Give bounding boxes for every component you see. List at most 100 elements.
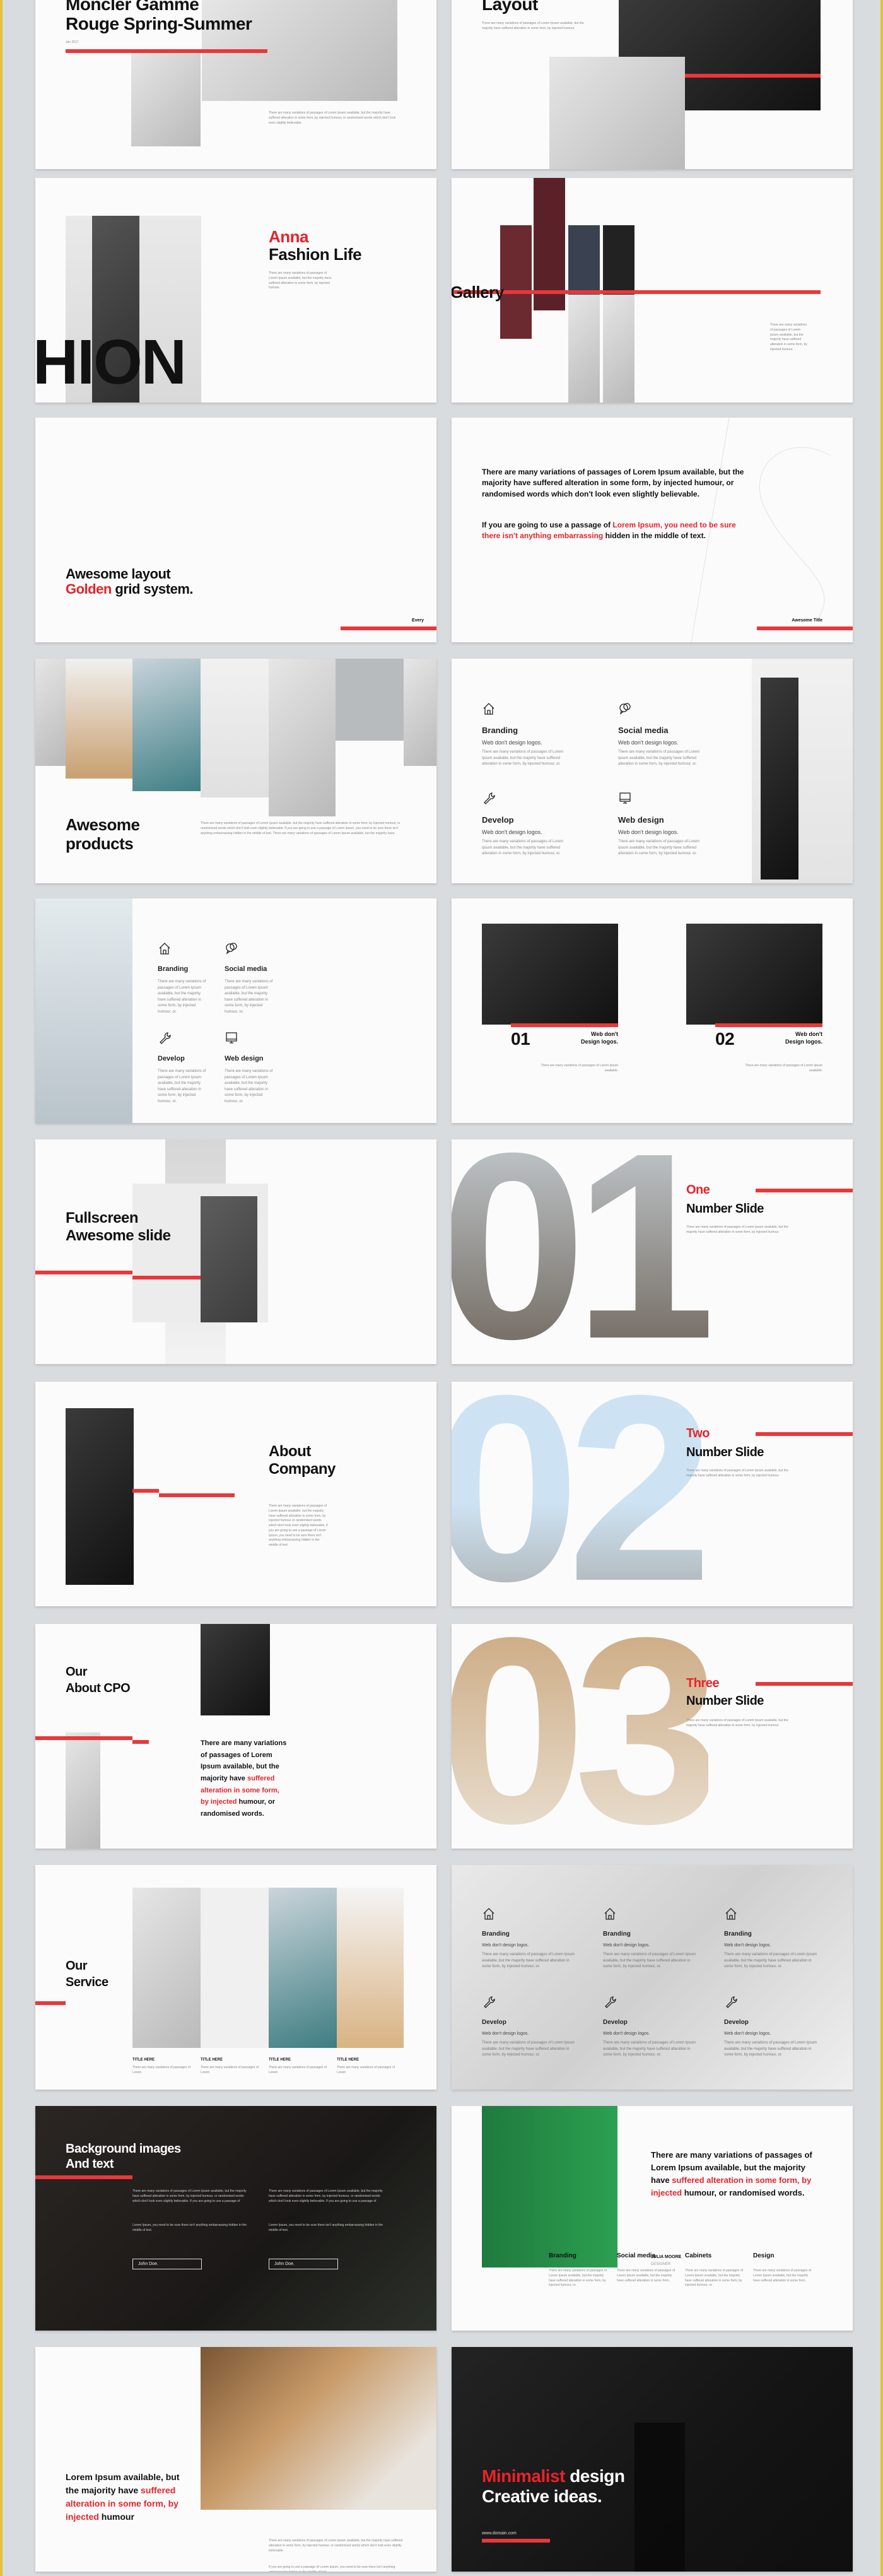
- our-service-item-body: There are many variations of passages of…: [269, 2066, 327, 2074]
- products-title-2: products: [66, 834, 134, 853]
- big-number-02: 02: [452, 1382, 715, 1606]
- wrench-icon: [482, 791, 496, 805]
- number-two-red: Two: [686, 1426, 710, 1440]
- accent-bar-short: [132, 1489, 159, 1493]
- big-number-03: 03: [452, 1624, 721, 1849]
- accent-bar: [35, 1736, 132, 1740]
- golden-line2: Golden grid system.: [66, 581, 194, 597]
- testimonial-item-body: There are many variations of passages of…: [685, 2269, 743, 2288]
- number-one-body: There are many variations of passages of…: [686, 1225, 788, 1234]
- testimonial-item-body: There are many variations of passages of…: [753, 2269, 811, 2283]
- service-title: Social media: [225, 965, 267, 973]
- team-photo: [686, 924, 822, 1025]
- slide-services-photo: Branding Web don't design logos. There are…: [452, 659, 853, 883]
- bg-para2: Lorem Ipsum, you need to be sure there i…: [132, 2223, 247, 2232]
- product-photo-5: [269, 659, 336, 816]
- accent-bar: [35, 1271, 132, 1274]
- number-two-body: There are many variations of passages of…: [686, 1469, 788, 1478]
- anna-body: There are many variations of passages of…: [269, 271, 332, 290]
- service-title: Develop: [724, 2019, 749, 2026]
- accent-bar: [482, 2539, 550, 2543]
- woman-window-photo: [549, 57, 685, 169]
- accent-bar: [756, 1682, 853, 1686]
- service-subtitle: Web don't design logos.: [724, 1943, 771, 1948]
- slide-background-images: Background images And text There are man…: [35, 2106, 436, 2331]
- moncler-body: There are many variations of passages of…: [269, 111, 396, 125]
- anna-subtitle: Fashion Life: [269, 245, 362, 264]
- stairs-photo: [66, 1732, 100, 1849]
- man-green-wall-photo: [482, 2106, 617, 2267]
- coat-back-photo: [131, 52, 201, 146]
- testimonial-item-title: Cabinets: [685, 2252, 712, 2259]
- testimonial-item-title: Branding: [549, 2252, 576, 2259]
- about-line2: Company: [269, 1461, 336, 1478]
- service-photo-stairs: [201, 1888, 269, 2048]
- our-service-item-body: There are many variations of passages of…: [132, 2066, 190, 2074]
- service-title: Develop: [603, 2019, 628, 2026]
- slide-anna: Anna Fashion Life There are many variati…: [35, 178, 436, 403]
- service-body: There are many variations of passages of…: [482, 840, 564, 856]
- our-service-item-body: There are many variations of passages of…: [201, 2066, 259, 2074]
- team-number: 02: [715, 1029, 735, 1049]
- cpo-line2: About CPO: [66, 1681, 131, 1695]
- slide-number-two: 02 Two Number Slide There are many varia…: [452, 1382, 853, 1606]
- wrench-icon: [482, 1995, 496, 2009]
- service-subtitle: Web don't design logos.: [482, 1943, 529, 1948]
- testimonial-item-body: There are many variations of passages of…: [549, 2269, 607, 2288]
- gallery-body: There are many variations of passages of…: [770, 323, 807, 351]
- wrench-icon: [603, 1995, 617, 2009]
- team-body: There are many variations of passages of…: [541, 1064, 618, 1073]
- team-line1: Web don't: [795, 1031, 822, 1037]
- moncler-title-2: Rouge Spring-Summer: [66, 14, 252, 33]
- our-service-item-body: There are many variations of passages of…: [337, 2066, 395, 2074]
- service-body: There are many variations of passages of…: [724, 1953, 817, 1969]
- john-doe-button[interactable]: John Doe.: [132, 2259, 202, 2269]
- about-line1: About: [269, 1443, 311, 1460]
- service-subtitle: Web don't design logos.: [482, 739, 542, 746]
- bg-para2: Lorem Ipsum, you need to be sure there i…: [269, 2223, 383, 2232]
- accent-bar: [35, 2175, 132, 2179]
- testimonial-item-title: Social media: [617, 2252, 656, 2259]
- john-doe-button[interactable]: John Doe.: [269, 2259, 338, 2269]
- bg-line1: Background images: [66, 2142, 181, 2156]
- team-line1: Web don't: [591, 1031, 618, 1037]
- barista-photo: [201, 2347, 436, 2510]
- team-photo: [482, 924, 618, 1025]
- slide-cafe: Lorem Ipsum available, but the majority …: [35, 2347, 436, 2572]
- home-icon: [158, 941, 172, 955]
- bg-para1: There are many variations of passages of…: [269, 2189, 383, 2203]
- wrench-icon: [158, 1031, 172, 1045]
- fullscreen-line2: Awesome slide: [66, 1227, 171, 1244]
- service-body: There are many variations of passages of…: [482, 750, 564, 767]
- service-body: There are many variations of passages of…: [482, 2041, 575, 2057]
- accent-bar: [159, 1493, 235, 1497]
- woman-sweater-photo: [201, 1196, 257, 1322]
- accent-bar: [756, 1432, 853, 1436]
- team-number: 01: [511, 1029, 530, 1049]
- chat-icon: [618, 702, 632, 715]
- product-photo-4: [201, 659, 269, 797]
- man-laptop-photo: [66, 1408, 134, 1585]
- minimalist-red-word: Minimalist: [482, 2466, 565, 2486]
- minimalist-url[interactable]: www.domain.com: [482, 2531, 517, 2536]
- monitor-icon: [225, 1031, 238, 1045]
- layout-title: Layout: [482, 0, 538, 14]
- slide-our-service: Our Service TITLE HERE There are many var…: [35, 1865, 436, 2090]
- gallery-photo-4: [603, 225, 634, 295]
- our-service-item-title: TITLE HERE: [269, 2058, 291, 2062]
- service-photo-glass: [269, 1888, 337, 2048]
- service-title: Develop: [482, 2019, 506, 2026]
- team-body: There are many variations of passages of…: [745, 1064, 822, 1073]
- slide-layout: Layout There are many variations of pass…: [452, 0, 853, 169]
- product-photo-3: [132, 659, 201, 791]
- testimonial-quote: There are many variations of passages of…: [651, 2150, 812, 2198]
- service-body: There are many variations of passages of…: [618, 750, 700, 767]
- headphones-man-photo: [761, 678, 798, 879]
- home-icon: [482, 702, 496, 715]
- slide-about-company: About Company There are many variations …: [35, 1382, 436, 1606]
- service-title: Branding: [603, 1931, 631, 1938]
- gallery-title: Gallery: [452, 283, 504, 302]
- our-service-line1: Our: [66, 1959, 88, 1973]
- our-service-item-title: TITLE HERE: [337, 2058, 360, 2062]
- number-three-body: There are many variations of passages of…: [686, 1719, 788, 1727]
